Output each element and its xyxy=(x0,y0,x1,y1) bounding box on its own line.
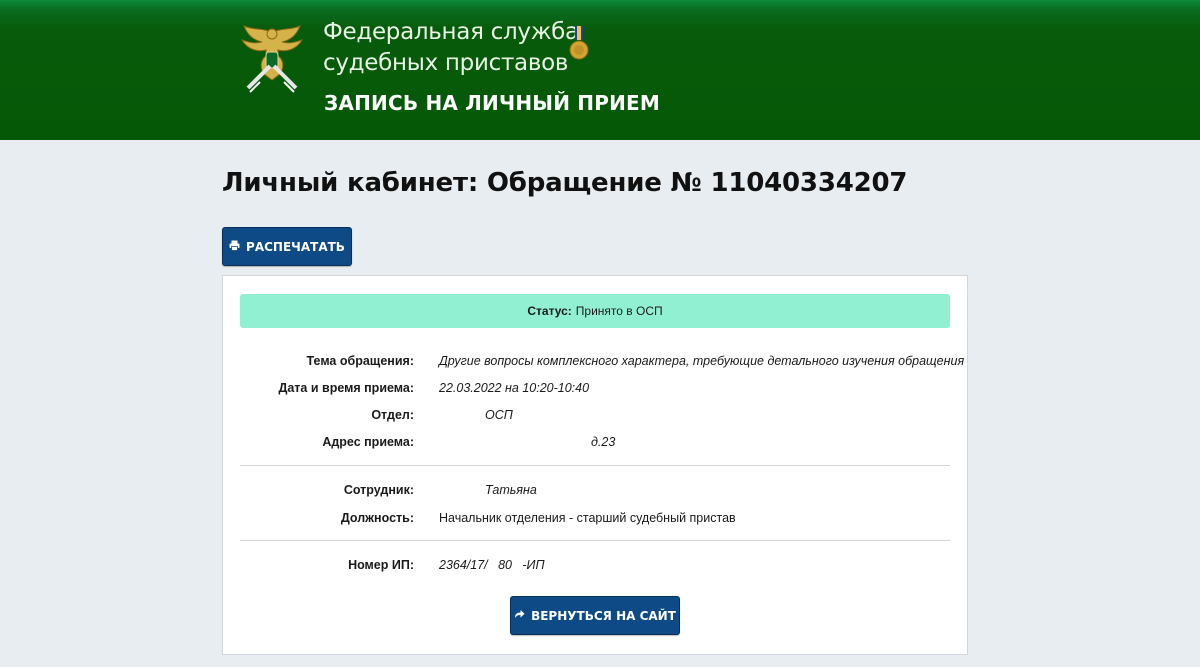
print-button[interactable]: РАСПЕЧАТАТЬ xyxy=(222,227,352,266)
site-header: Федеральная служба судебных приставов ЗА… xyxy=(0,0,1200,140)
detail-label: Отдел: xyxy=(371,408,414,422)
case-row-number: Номер ИП: 2364/17/ 80 -ИП xyxy=(223,558,967,578)
divider xyxy=(240,540,950,541)
status-label: Статус: xyxy=(527,304,572,318)
page-subtitle: ЗАПИСЬ НА ЛИЧНЫЙ ПРИЕМ xyxy=(324,91,661,115)
share-arrow-icon xyxy=(514,609,525,622)
divider xyxy=(240,465,950,466)
status-value: Принято в ОСП xyxy=(575,304,663,318)
detail-label: Тема обращения: xyxy=(306,354,414,368)
employee-value: Начальник отделения - старший судебный п… xyxy=(439,511,736,525)
detail-value: ОСП xyxy=(485,408,513,422)
detail-value: Другие вопросы комплексного характера, т… xyxy=(439,354,965,368)
employee-row-position: Должность: Начальник отделения - старший… xyxy=(223,511,967,531)
employee-value: Татьяна xyxy=(485,483,537,497)
detail-row-topic: Тема обращения: Другие вопросы комплексн… xyxy=(223,354,967,374)
employee-label: Должность: xyxy=(340,511,414,525)
back-button-label: ВЕРНУТЬСЯ НА САЙТ xyxy=(531,608,676,623)
printer-icon xyxy=(229,240,240,254)
employee-label: Сотрудник: xyxy=(343,483,414,497)
case-label: Номер ИП: xyxy=(348,558,414,572)
detail-row-datetime: Дата и время приема: 22.03.2022 на 10:20… xyxy=(223,381,967,401)
case-value: 2364/17/ 80 -ИП xyxy=(439,558,545,572)
detail-row-department: Отдел: ОСП xyxy=(223,408,967,428)
employee-row-name: Сотрудник: Татьяна xyxy=(223,483,967,503)
detail-label: Дата и время приема: xyxy=(278,381,414,395)
detail-value: 22.03.2022 на 10:20-10:40 xyxy=(439,381,590,395)
org-name-line-2: судебных приставов xyxy=(323,50,569,76)
page-title: Личный кабинет: Обращение № 11040334207 xyxy=(222,168,908,198)
back-to-site-button[interactable]: ВЕРНУТЬСЯ НА САЙТ xyxy=(510,596,680,635)
detail-value: д.23 xyxy=(591,435,616,449)
medal-icon xyxy=(569,26,589,60)
print-button-label: РАСПЕЧАТАТЬ xyxy=(246,239,345,254)
org-name-line-1: Федеральная служба xyxy=(323,19,579,45)
detail-row-address: Адрес приема: д.23 xyxy=(223,435,967,455)
status-badge: Статус: Принято в ОСП xyxy=(240,294,950,328)
detail-label: Адрес приема: xyxy=(322,435,414,449)
fssp-eagle-emblem-icon[interactable] xyxy=(240,22,304,94)
